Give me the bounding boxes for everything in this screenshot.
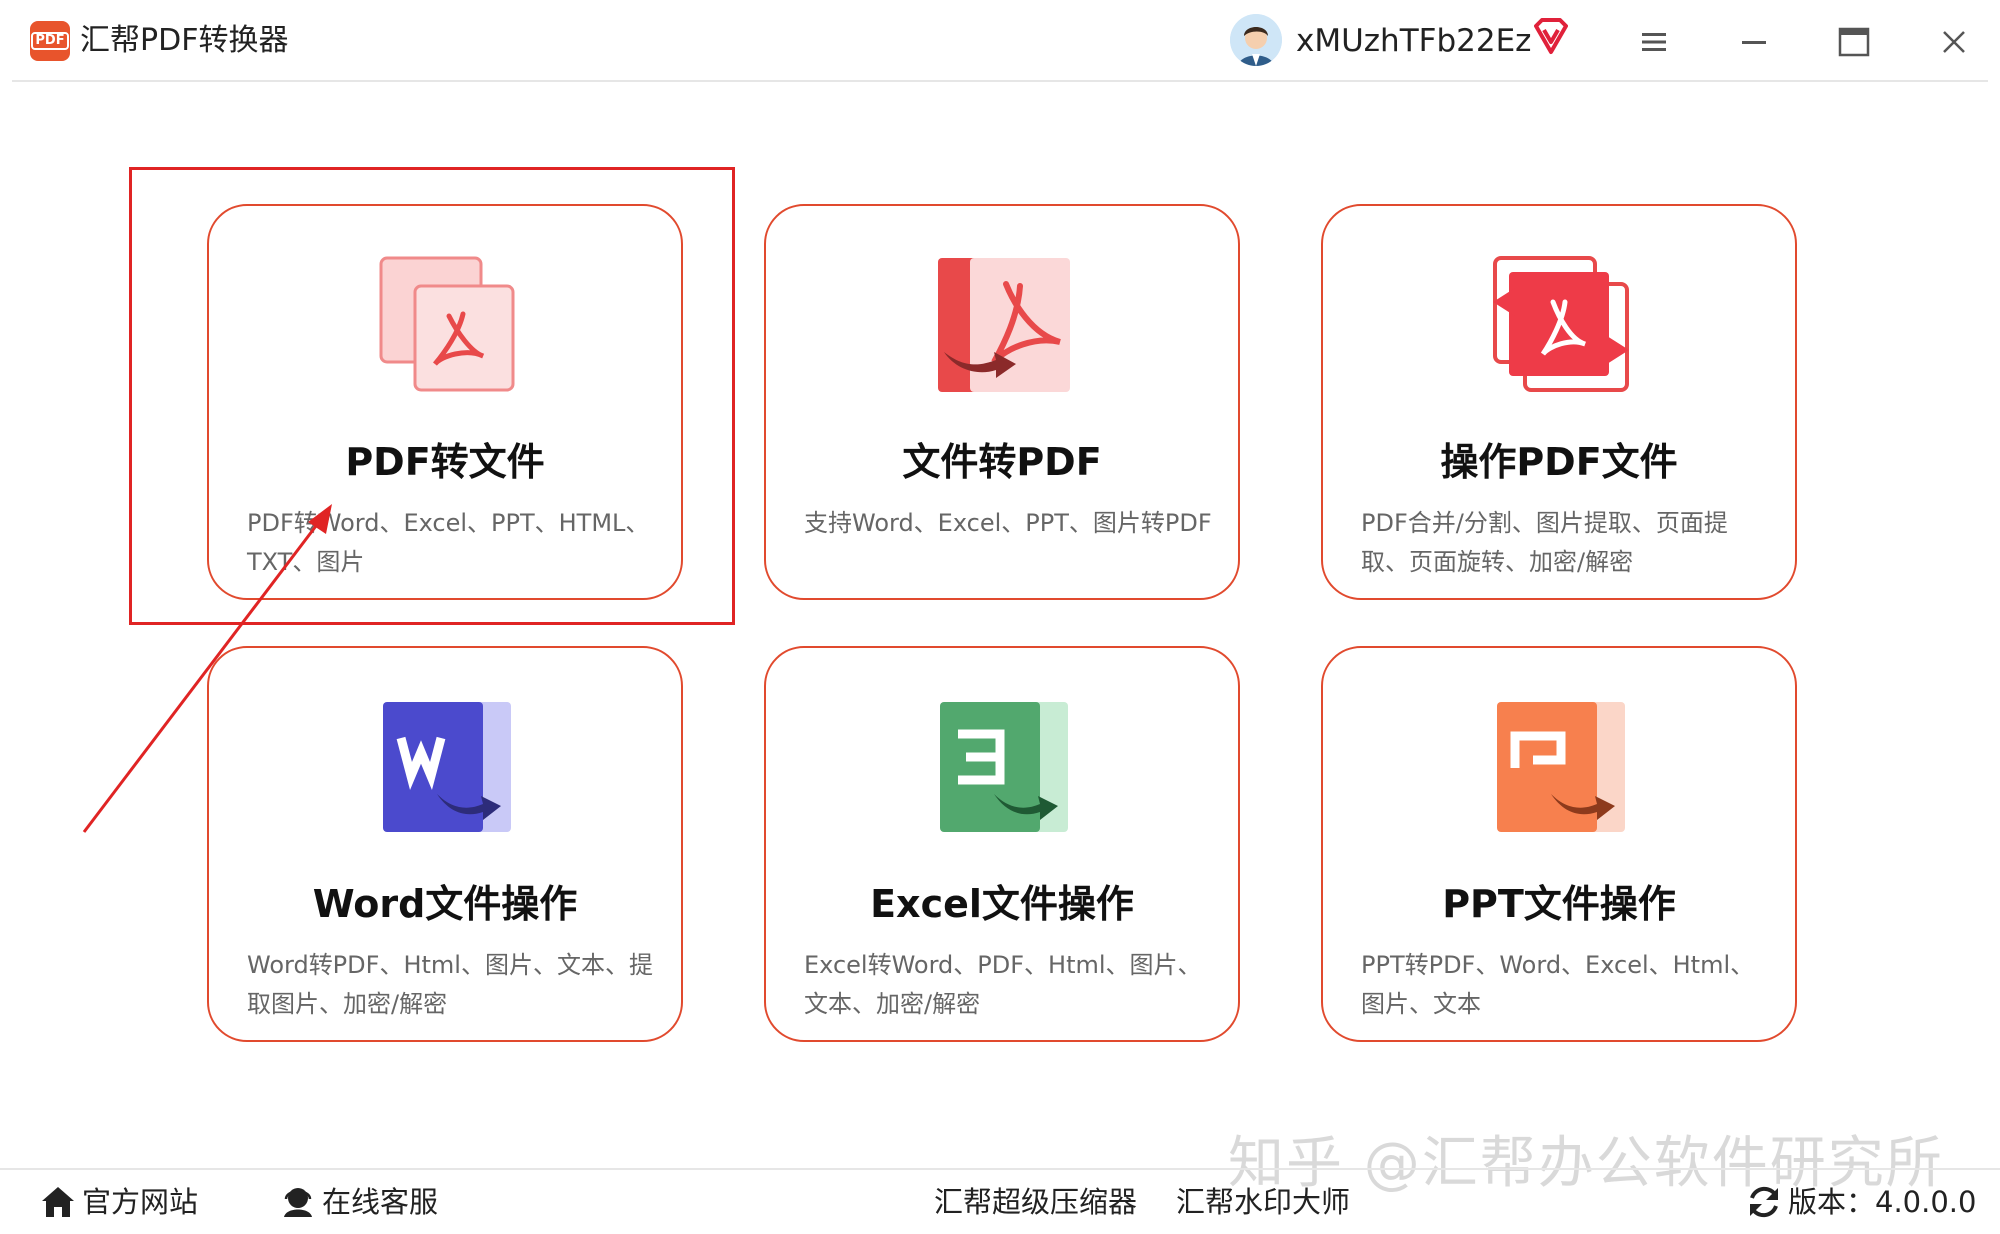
excel-icon	[936, 698, 1072, 834]
pdf-operate-icon	[1493, 256, 1629, 392]
compressor-label: 汇帮超级压缩器	[934, 1185, 1138, 1219]
avatar[interactable]	[1230, 14, 1282, 66]
close-icon[interactable]	[1932, 20, 1976, 64]
username[interactable]: xMUzhTFb22Ez	[1296, 20, 1531, 62]
card-desc: Excel转Word、PDF、Html、图片、文本、加密/解密	[804, 951, 1202, 1018]
official-website-link[interactable]: 官方网站	[40, 1182, 198, 1222]
minimize-icon[interactable]	[1732, 20, 1776, 64]
vip-diamond-icon[interactable]	[1532, 16, 1570, 56]
card-desc: PDF合并/分割、图片提取、页面提取、页面旋转、加密/解密	[1361, 509, 1728, 576]
card-desc: 支持Word、Excel、PPT、图片转PDF	[804, 509, 1212, 537]
online-service-label: 在线客服	[322, 1185, 439, 1219]
file-to-pdf-icon	[936, 256, 1072, 392]
customer-service-icon	[284, 1188, 312, 1217]
ppt-icon	[1493, 698, 1629, 834]
card-file-to-pdf[interactable]: 文件转PDF 支持Word、Excel、PPT、图片转PDF	[764, 204, 1240, 600]
watermark-tool-link[interactable]: 汇帮水印大师	[1176, 1182, 1350, 1222]
version-label: 版本：4.0.0.0	[1788, 1185, 1977, 1219]
watermark-tool-label: 汇帮水印大师	[1176, 1185, 1351, 1219]
menu-icon[interactable]	[1632, 20, 1676, 64]
official-website-label: 官方网站	[82, 1185, 199, 1219]
title-bar: PDF 汇帮PDF转换器 xMUzhTFb22Ez	[0, 0, 2000, 82]
app-logo-icon: PDF	[30, 21, 70, 61]
card-word[interactable]: Word文件操作 Word转PDF、Html、图片、文本、提取图片、加密/解密	[207, 646, 683, 1042]
online-service-link[interactable]: 在线客服	[280, 1182, 438, 1222]
title-divider	[12, 80, 1988, 82]
compressor-link[interactable]: 汇帮超级压缩器	[934, 1182, 1137, 1222]
home-icon	[42, 1187, 74, 1217]
card-title: 操作PDF文件	[1440, 440, 1678, 484]
maximize-icon[interactable]	[1832, 20, 1876, 64]
card-title: Word文件操作	[312, 882, 578, 926]
refresh-icon	[1750, 1186, 1778, 1218]
card-title: 文件转PDF	[902, 440, 1102, 484]
card-desc: Word转PDF、Html、图片、文本、提取图片、加密/解密	[247, 951, 653, 1018]
card-desc: PPT转PDF、Word、Excel、Html、图片、文本	[1361, 951, 1755, 1018]
word-icon	[379, 698, 515, 834]
card-title: Excel文件操作	[870, 882, 1134, 926]
bottom-divider	[0, 1168, 2000, 1170]
bottom-bar: 官方网站 在线客服 汇帮超级压缩器 汇帮水印大师 版本：4.0.0.0	[0, 1168, 2000, 1234]
highlight-box	[129, 167, 735, 625]
card-excel[interactable]: Excel文件操作 Excel转Word、PDF、Html、图片、文本、加密/解…	[764, 646, 1240, 1042]
card-title: PPT文件操作	[1442, 882, 1676, 926]
version-info[interactable]: 版本：4.0.0.0	[1746, 1182, 1976, 1222]
card-ppt[interactable]: PPT文件操作 PPT转PDF、Word、Excel、Html、图片、文本	[1321, 646, 1797, 1042]
app-title: 汇帮PDF转换器	[80, 23, 289, 58]
card-operate-pdf[interactable]: 操作PDF文件 PDF合并/分割、图片提取、页面提取、页面旋转、加密/解密	[1321, 204, 1797, 600]
